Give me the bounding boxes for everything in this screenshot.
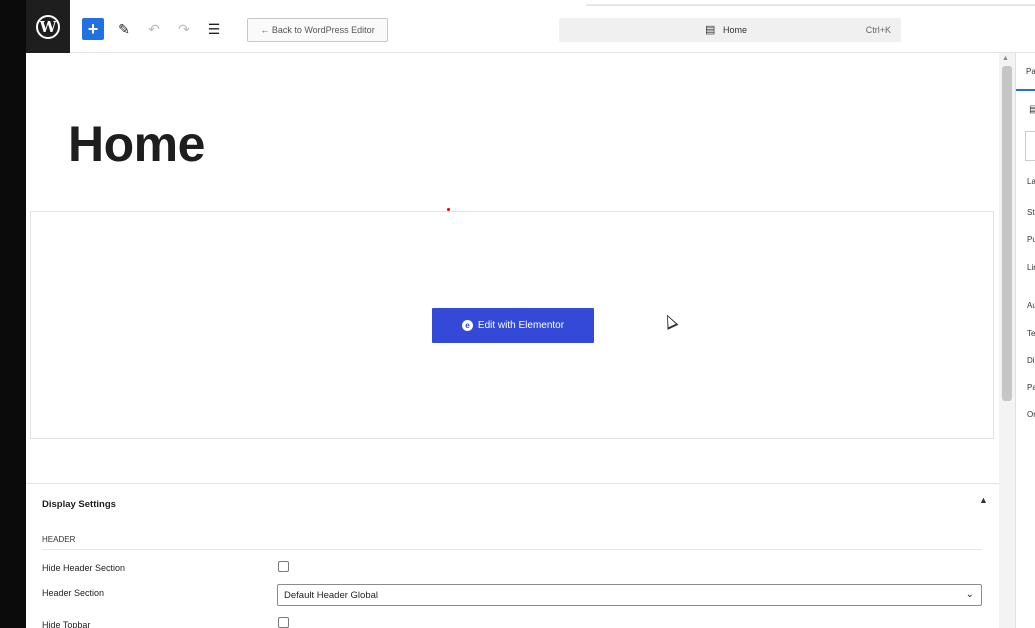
back-to-wordpress-editor-button[interactable]: ← Back to WordPress Editor — [247, 18, 388, 42]
featured-image-box[interactable] — [1025, 131, 1035, 161]
command-shortcut: Ctrl+K — [865, 25, 891, 35]
wordpress-logo-button[interactable]: W — [26, 0, 70, 53]
pencil-icon: ✎ — [118, 20, 130, 37]
section-divider — [42, 549, 982, 550]
scroll-up-icon[interactable]: ▲ — [1002, 55, 1009, 62]
hide-header-label: Hide Header Section — [42, 563, 126, 573]
editor-toolbar: W + ✎ ↶ ↷ ☰ ← Back to WordPress Editor ▤… — [26, 0, 1035, 53]
redo-button[interactable]: ↷ — [174, 18, 194, 40]
hide-header-checkbox[interactable] — [278, 561, 289, 572]
wordpress-logo-icon: W — [36, 14, 60, 39]
chevron-down-icon: ⌄ — [965, 589, 974, 600]
redo-icon: ↷ — [178, 20, 190, 37]
hide-topbar-label: Hide Topbar — [42, 620, 91, 628]
hide-topbar-checkbox[interactable] — [278, 617, 289, 628]
canvas-scrollbar[interactable]: ▲ — [999, 53, 1015, 628]
edit-with-elementor-button[interactable]: e Edit with Elementor — [432, 308, 594, 343]
command-palette-bar[interactable]: ▤ Home Ctrl+K — [559, 18, 901, 42]
active-tab-indicator — [1016, 89, 1035, 91]
add-block-button[interactable]: + — [82, 18, 104, 40]
undo-icon: ↶ — [148, 20, 160, 37]
sidebar-item[interactable]: St — [1027, 208, 1035, 217]
sidebar-item[interactable]: La — [1027, 177, 1035, 186]
undo-button[interactable]: ↶ — [144, 18, 164, 40]
page-title[interactable]: Home — [68, 115, 205, 173]
display-settings-title[interactable]: Display Settings — [42, 499, 116, 510]
header-section-value: Default Header Global — [284, 589, 378, 601]
plus-icon: + — [87, 18, 99, 39]
editor-canvas: Home e Edit with Elementor Display Setti… — [26, 53, 999, 628]
tab-page[interactable]: Pa — [1026, 67, 1035, 76]
sidebar-item[interactable]: Au — [1027, 301, 1035, 310]
list-view-icon: ☰ — [207, 20, 221, 37]
scrollbar-thumb[interactable] — [1002, 66, 1012, 401]
header-section-select[interactable]: Default Header Global ⌄ — [277, 584, 982, 606]
sidebar-item[interactable]: Or — [1027, 410, 1035, 419]
sidebar-item[interactable]: Pu — [1027, 235, 1035, 244]
sidebar-item[interactable]: Di — [1027, 356, 1035, 365]
sidebar-item[interactable]: Te — [1027, 329, 1035, 338]
header-section-field-label: Header Section — [42, 588, 105, 598]
elementor-placeholder: e Edit with Elementor — [30, 211, 994, 439]
page-icon: ▤ — [705, 24, 716, 36]
page-icon: ▤ — [1029, 104, 1035, 115]
toolbar-top-line — [586, 4, 1035, 6]
sidebar-item[interactable]: Lin — [1027, 263, 1035, 272]
sidebar-item[interactable]: Pa — [1027, 383, 1035, 392]
header-section-label: HEADER — [42, 535, 76, 544]
settings-sidebar: Pa ▤ La St Pu Lin Au Te Di Pa Or — [1015, 53, 1035, 628]
command-page-title: Home — [723, 25, 748, 35]
display-settings-panel: Display Settings ▲ HEADER Hide Header Se… — [26, 483, 999, 628]
elementor-icon: e — [461, 320, 473, 331]
left-black-strip — [0, 0, 26, 628]
edit-with-elementor-label: Edit with Elementor — [477, 320, 565, 331]
collapse-toggle-icon[interactable]: ▲ — [979, 495, 988, 505]
tools-button[interactable]: ✎ — [114, 18, 134, 40]
document-overview-button[interactable]: ☰ — [204, 18, 224, 40]
